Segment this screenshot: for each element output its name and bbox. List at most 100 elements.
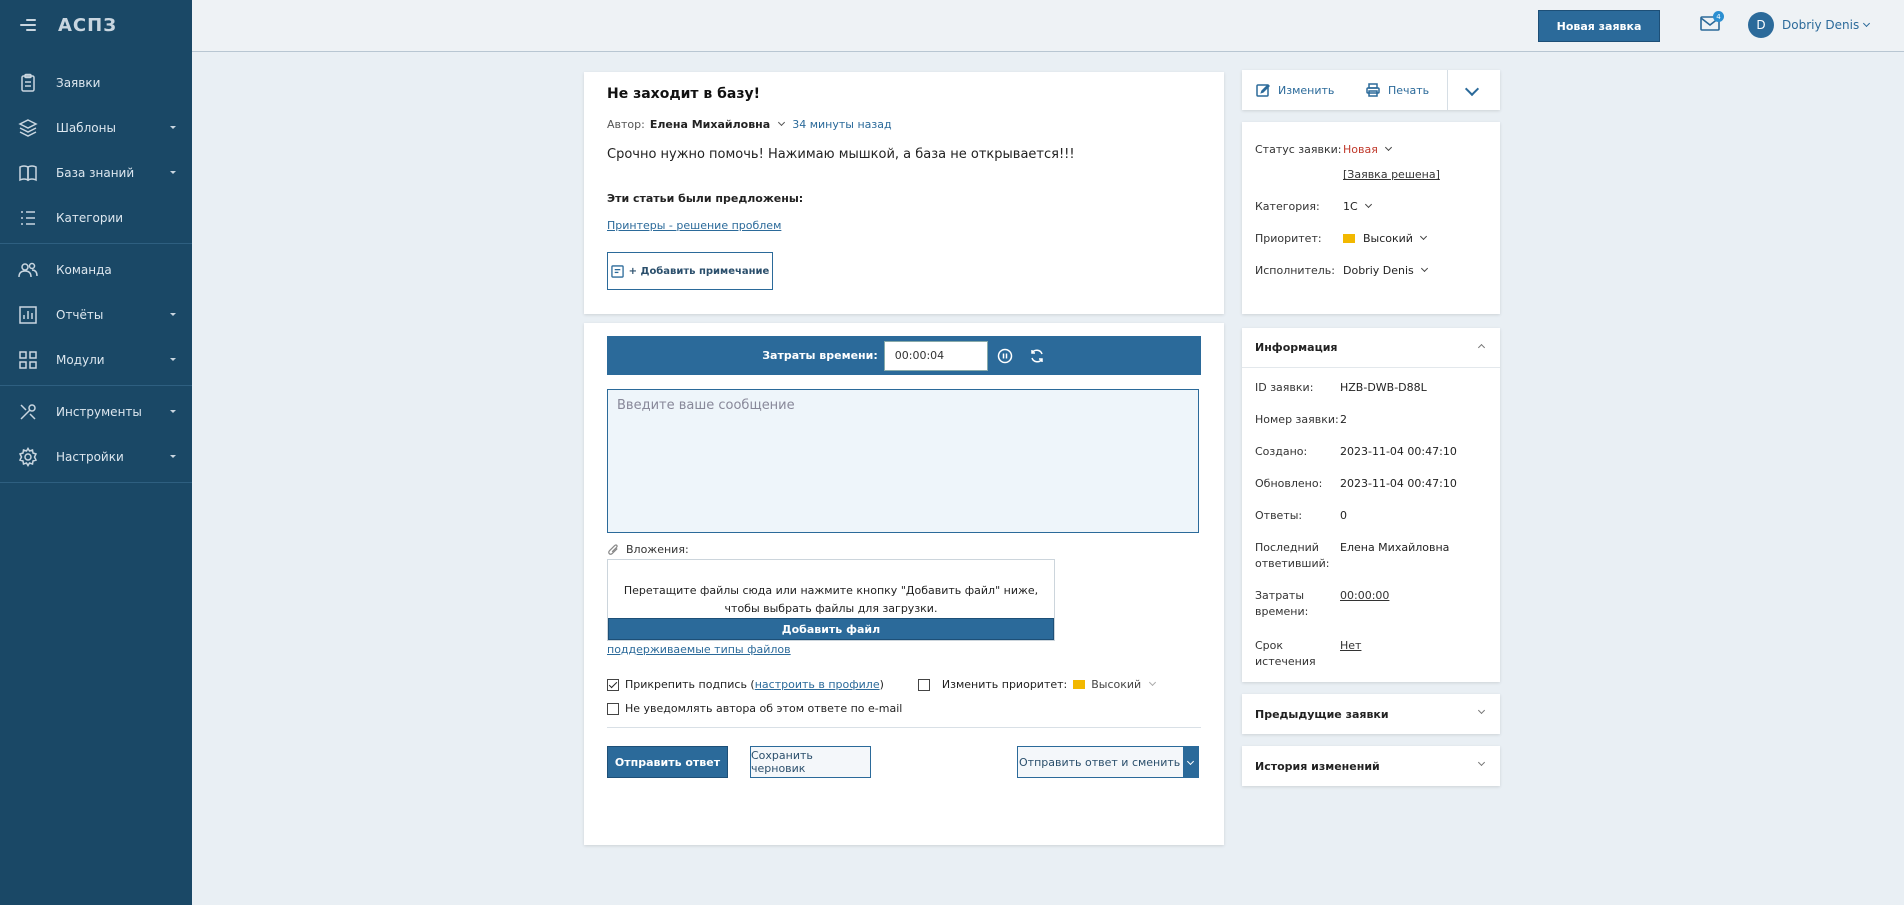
sidebar-item-settings[interactable]: Настройки bbox=[0, 434, 192, 479]
category-select[interactable]: 1С bbox=[1343, 200, 1372, 213]
refresh-icon[interactable] bbox=[1028, 347, 1046, 365]
chevron-down-icon bbox=[1477, 706, 1486, 715]
sidebar-item-label: Инструменты bbox=[56, 404, 142, 419]
avatar: D bbox=[1748, 12, 1774, 38]
gear-icon bbox=[18, 446, 38, 467]
sidebar-header: АСПЗ bbox=[0, 0, 192, 50]
sidebar-item-label: Отчёты bbox=[56, 307, 104, 322]
info-key: Последний ответивший: bbox=[1255, 541, 1330, 570]
ticket-info-card: Информация ID заявки: HZB-DWB-D88L Номер … bbox=[1242, 328, 1500, 682]
previous-tickets-header[interactable]: Предыдущие заявки bbox=[1242, 694, 1500, 734]
edit-button[interactable]: Изменить bbox=[1256, 70, 1334, 110]
time-spent-link[interactable]: 00:00:00 bbox=[1340, 588, 1389, 620]
change-priority-checkbox[interactable] bbox=[917, 678, 930, 691]
more-actions-chevron-icon[interactable] bbox=[1464, 81, 1480, 97]
priority-row: Приоритет: Высокий bbox=[1255, 232, 1427, 245]
edit-icon bbox=[1256, 83, 1270, 97]
mail-notifications[interactable]: 4 bbox=[1700, 11, 1724, 34]
status-select[interactable]: Новая bbox=[1343, 143, 1392, 156]
info-value: 2023-11-04 00:47:10 bbox=[1340, 477, 1457, 490]
info-row-replies: Ответы: 0 bbox=[1255, 508, 1347, 524]
ticket-meta: Автор: Елена Михайловна 34 минуты назад bbox=[607, 118, 1201, 131]
chevron-down-icon bbox=[1420, 264, 1428, 273]
add-note-button[interactable]: + Добавить примечание bbox=[607, 252, 773, 290]
chevron-down-icon bbox=[1863, 19, 1871, 27]
configure-profile-link[interactable]: настроить в профиле bbox=[755, 678, 880, 691]
send-reply-button[interactable]: Отправить ответ bbox=[607, 746, 728, 778]
caret-down-icon bbox=[170, 358, 176, 361]
sidebar-item-modules[interactable]: Модули bbox=[0, 337, 192, 382]
sidebar-item-label: Шаблоны bbox=[56, 120, 116, 135]
sidebar-item-label: Настройки bbox=[56, 449, 124, 464]
tools-icon bbox=[18, 402, 38, 422]
sidebar-item-tickets[interactable]: Заявки bbox=[0, 60, 192, 105]
assignee-select[interactable]: Dobriy Denis bbox=[1343, 264, 1428, 277]
sidebar-item-label: Категории bbox=[56, 210, 124, 225]
time-spent-input[interactable]: 00:00:04 bbox=[883, 340, 988, 371]
info-header[interactable]: Информация bbox=[1242, 328, 1500, 368]
previous-tickets-card[interactable]: Предыдущие заявки bbox=[1242, 694, 1500, 734]
change-history-card[interactable]: История изменений bbox=[1242, 746, 1500, 786]
change-history-title: История изменений bbox=[1255, 759, 1380, 773]
sidebar-divider bbox=[0, 243, 192, 244]
info-row-due-date: Срок истечения Нет bbox=[1255, 638, 1361, 670]
info-row-time-spent: Затраты времени: 00:00:00 bbox=[1255, 588, 1389, 620]
info-value: 0 bbox=[1340, 509, 1347, 522]
status-value: Новая bbox=[1343, 143, 1378, 156]
sidebar-item-knowledge-base[interactable]: База знаний bbox=[0, 150, 192, 195]
sidebar: АСПЗ Заявки Шаблоны База знаний Категори… bbox=[0, 0, 192, 905]
priority-label: Приоритет: bbox=[1255, 232, 1322, 245]
change-priority-select[interactable]: Высокий bbox=[1091, 678, 1141, 691]
sidebar-item-templates[interactable]: Шаблоны bbox=[0, 105, 192, 150]
save-draft-button[interactable]: Сохранить черновик bbox=[750, 746, 871, 778]
status-row: Статус заявки: Новая bbox=[1255, 143, 1392, 156]
mark-resolved-link[interactable]: [Заявка решена] bbox=[1343, 168, 1440, 181]
sidebar-item-team[interactable]: Команда bbox=[0, 247, 192, 292]
notify-row: Не уведомлять автора об этом ответе по e… bbox=[607, 702, 1201, 715]
user-menu[interactable]: D Dobriy Denis bbox=[1748, 12, 1871, 38]
suggested-article-link[interactable]: Принтеры - решение проблем bbox=[607, 219, 781, 232]
author-name[interactable]: Елена Михайловна bbox=[650, 118, 770, 131]
send-and-change-status-label[interactable]: Отправить ответ и сменить статус bbox=[1018, 747, 1183, 777]
sidebar-item-reports[interactable]: Отчёты bbox=[0, 292, 192, 337]
caret-down-icon bbox=[170, 455, 176, 458]
change-history-header[interactable]: История изменений bbox=[1242, 746, 1500, 786]
pause-icon[interactable] bbox=[996, 347, 1014, 365]
attach-signature-checkbox[interactable] bbox=[607, 678, 619, 691]
grid-icon bbox=[18, 350, 38, 370]
sidebar-item-categories[interactable]: Категории bbox=[0, 195, 192, 240]
send-and-change-status-button[interactable]: Отправить ответ и сменить статус bbox=[1017, 746, 1199, 778]
menu-collapse-icon[interactable] bbox=[20, 18, 38, 32]
no-notify-checkbox[interactable] bbox=[607, 702, 619, 715]
info-key: Срок истечения bbox=[1255, 639, 1316, 668]
book-icon bbox=[18, 163, 38, 183]
category-label: Категория: bbox=[1255, 200, 1320, 213]
chevron-down-icon[interactable] bbox=[778, 118, 786, 127]
info-title: Информация bbox=[1255, 341, 1338, 354]
sidebar-item-label: Заявки bbox=[56, 75, 101, 90]
due-date-link[interactable]: Нет bbox=[1340, 638, 1361, 670]
info-row-updated: Обновлено: 2023-11-04 00:47:10 bbox=[1255, 476, 1457, 492]
print-button[interactable]: Печать bbox=[1366, 70, 1429, 110]
no-notify-label: Не уведомлять автора об этом ответе по e… bbox=[625, 702, 903, 715]
info-key: Обновлено: bbox=[1255, 477, 1323, 490]
author-label: Автор: bbox=[607, 118, 645, 131]
sidebar-item-label: База знаний bbox=[56, 165, 135, 180]
info-row-last-replier: Последний ответивший: Елена Михайловна bbox=[1255, 540, 1449, 572]
send-status-dropdown[interactable] bbox=[1183, 747, 1198, 777]
supported-file-types-link[interactable]: поддерживаемые типы файлов bbox=[607, 643, 1201, 656]
chevron-down-icon bbox=[1186, 757, 1195, 765]
sidebar-item-tools[interactable]: Инструменты bbox=[0, 389, 192, 434]
topbar: Новая заявка 4 D Dobriy Denis bbox=[192, 0, 1904, 52]
add-file-button[interactable]: Добавить файл bbox=[608, 618, 1054, 640]
resolved-row: [Заявка решена] bbox=[1343, 168, 1440, 181]
file-dropzone[interactable]: Перетащите файлы сюда или нажмите кнопку… bbox=[607, 559, 1055, 641]
app-logo[interactable]: АСПЗ bbox=[58, 15, 117, 36]
message-textarea[interactable]: Введите ваше сообщение bbox=[607, 389, 1199, 533]
caret-down-icon bbox=[170, 171, 176, 174]
print-label: Печать bbox=[1388, 83, 1430, 97]
priority-select[interactable]: Высокий bbox=[1343, 232, 1427, 245]
info-key: Создано: bbox=[1255, 445, 1308, 458]
new-ticket-button[interactable]: Новая заявка bbox=[1538, 10, 1660, 42]
info-value: Елена Михайловна bbox=[1340, 541, 1450, 554]
